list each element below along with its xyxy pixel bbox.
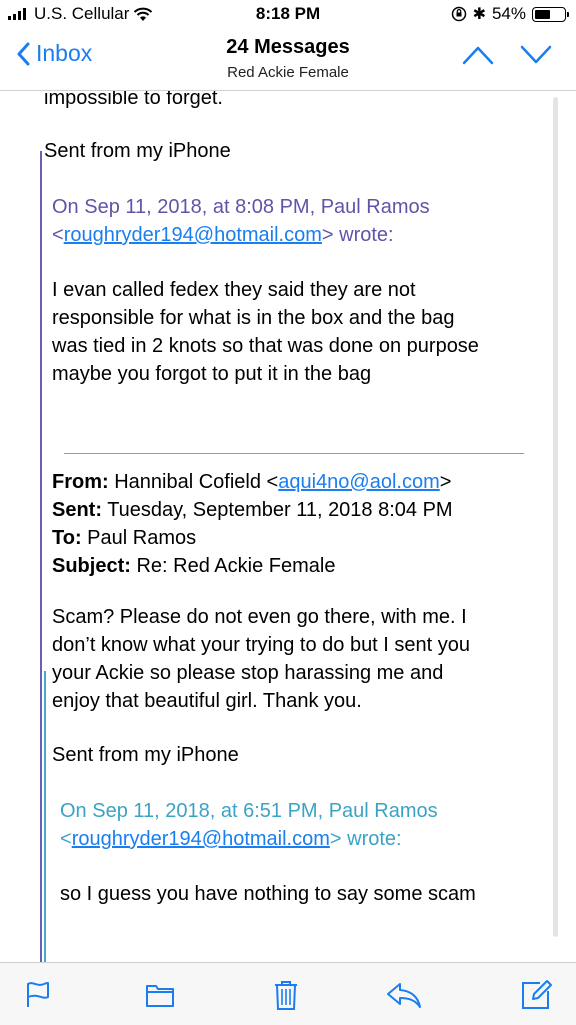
subject-value: Re: Red Ackie Female [136, 555, 336, 577]
flag-icon [27, 982, 49, 1007]
reply-icon [387, 983, 421, 1008]
body-line: Scam? Please do not even go there, with … [52, 606, 467, 628]
quoted-message: I evan called fedex they said they are n… [52, 276, 542, 388]
compose-icon [522, 980, 552, 1009]
email-link[interactable]: roughryder194@hotmail.com [72, 828, 330, 850]
sent-line: Sent: Tuesday, September 11, 2018 8:04 P… [52, 496, 542, 524]
previous-message-button[interactable] [462, 44, 494, 66]
quote-header-email-line: <roughryder194@hotmail.com> wrote: [52, 224, 394, 246]
quote-header-email-line: <roughryder194@hotmail.com> wrote: [60, 828, 402, 850]
quote-header-line: On Sep 11, 2018, at 8:08 PM, Paul Ramos [52, 196, 430, 218]
nested-quoted-line: so I guess you have nothing to say some … [60, 883, 476, 905]
from-email-link[interactable]: aqui4no@aol.com [278, 471, 440, 493]
sent-label: Sent: [52, 499, 102, 521]
move-to-folder-button[interactable] [140, 975, 180, 1015]
subject-line: Subject: Re: Red Ackie Female [52, 552, 542, 580]
body-line: don’t know what your trying to do but I … [52, 634, 471, 656]
message-navigation [462, 44, 552, 66]
quote-header: On Sep 11, 2018, at 8:08 PM, Paul Ramos … [52, 193, 542, 249]
delete-button[interactable] [266, 975, 306, 1015]
forward-headers: From: Hannibal Cofield <aqui4no@aol.com>… [52, 468, 542, 580]
quoted-line: I evan called fedex they said they are n… [52, 279, 416, 301]
subject-label: Subject: [52, 555, 131, 577]
from-name: Hannibal Cofield [114, 471, 261, 493]
reply-button[interactable] [384, 975, 424, 1015]
quote-header-line: On Sep 11, 2018, at 6:51 PM, Paul Ramos [60, 800, 438, 822]
orientation-lock-icon [451, 6, 466, 22]
wrote-label: wrote: [347, 828, 402, 850]
partial-line: impossible to forget. [44, 91, 223, 109]
to-line: To: Paul Ramos [52, 524, 542, 552]
navigation-bar: Inbox 24 Messages Red Ackie Female [0, 30, 576, 91]
battery-icon [532, 6, 569, 22]
quoted-line: responsible for what is in the box and t… [52, 307, 455, 329]
quoted-line: was tied in 2 knots so that was done on … [52, 335, 479, 357]
thread-subject: Red Ackie Female [227, 64, 349, 81]
next-message-button[interactable] [520, 44, 552, 66]
quoted-line: maybe you forgot to put it in the bag [52, 363, 372, 385]
from-label: From: [52, 471, 109, 493]
flag-button[interactable] [18, 975, 58, 1015]
to-value: Paul Ramos [87, 527, 197, 549]
wrote-label: wrote: [339, 224, 394, 246]
bottom-toolbar [0, 962, 576, 1025]
scrollbar[interactable] [553, 97, 558, 937]
nested-quote-header: On Sep 11, 2018, at 6:51 PM, Paul Ramos … [60, 797, 540, 853]
email-link[interactable]: roughryder194@hotmail.com [64, 224, 322, 246]
status-right: ✱ 54% [451, 4, 569, 24]
status-bar: U.S. Cellular 8:18 PM ✱ 54% [0, 0, 576, 30]
compose-button[interactable] [516, 975, 556, 1015]
bluetooth-icon: ✱ [472, 6, 486, 23]
divider [64, 453, 524, 454]
message-body[interactable]: impossible to forget. Sent from my iPhon… [0, 91, 576, 962]
from-line: From: Hannibal Cofield <aqui4no@aol.com> [52, 471, 452, 493]
folder-icon [146, 985, 174, 1007]
battery-percent: 54% [491, 4, 526, 23]
sent-value: Tuesday, September 11, 2018 8:04 PM [107, 499, 453, 521]
to-label: To: [52, 527, 82, 549]
trash-icon [275, 981, 297, 1010]
